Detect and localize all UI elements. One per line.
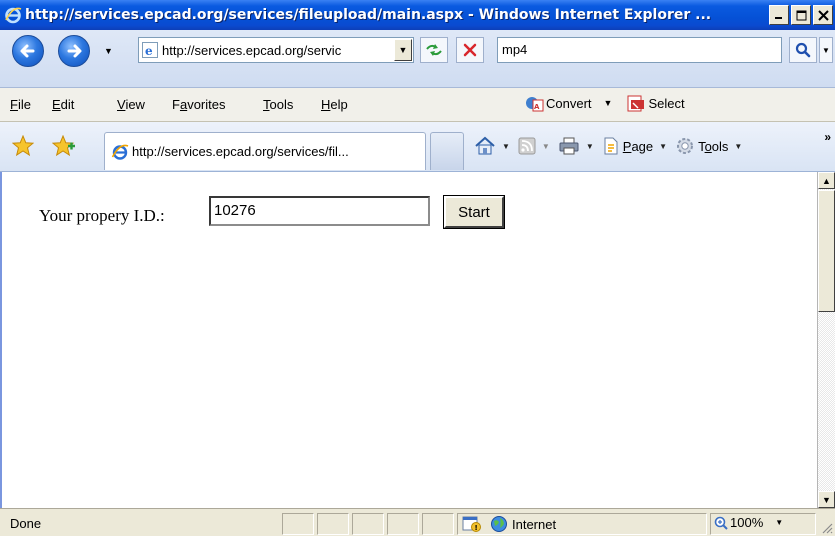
stop-icon [463,43,477,57]
refresh-button[interactable] [420,37,448,63]
toolbar-overflow-chevron[interactable]: » [824,130,831,144]
tools-dropdown-icon[interactable]: ▼ [734,142,742,151]
print-dropdown-icon[interactable]: ▼ [586,142,594,151]
stop-button[interactable] [456,37,484,63]
tools-menu-button[interactable]: Tools [698,139,728,154]
resize-grip-icon[interactable] [821,522,833,534]
arrow-right-icon [67,44,82,58]
convert-dropdown-icon[interactable]: ▼ [604,98,613,108]
page-favicon-icon: e [142,42,158,58]
page-icon [604,137,618,155]
status-pane [387,513,419,535]
navigation-bar: ▼ e http://services.epcad.org/servic ▼ m… [0,30,835,88]
new-tab-button[interactable] [430,132,464,170]
ie-tab-icon [111,144,129,160]
history-dropdown-icon[interactable]: ▼ [104,46,113,56]
property-id-input[interactable]: 10276 [209,196,430,226]
menu-tools[interactable]: Tools [263,97,293,112]
zoom-level: 100% [730,515,764,530]
property-id-label: Your propery I.D.: [39,206,165,225]
security-zone-label: Internet [512,516,557,532]
search-icon [795,42,811,58]
ie-logo-icon [5,7,22,24]
add-favorite-icon[interactable] [52,135,76,157]
gear-icon [677,138,694,154]
select-button[interactable]: Select [648,96,684,111]
feeds-icon[interactable] [518,137,536,155]
menu-help[interactable]: Help [321,97,348,112]
status-pane [422,513,454,535]
page-menu-button[interactable]: Page [623,139,653,154]
vertical-scrollbar[interactable]: ▲ ▼ [817,172,835,508]
search-button[interactable] [789,37,817,63]
convert-button[interactable]: Convert [546,96,592,111]
arrow-left-icon [20,44,35,58]
back-button[interactable] [12,35,44,67]
start-button[interactable]: Start [443,195,505,229]
search-options-dropdown[interactable]: ▼ [819,37,833,63]
svg-text:e: e [145,44,153,58]
page-content: Your propery I.D.: 10276 Start [0,172,817,508]
scroll-thumb[interactable] [818,190,835,312]
home-icon[interactable] [474,136,496,156]
svg-text:!: ! [475,524,478,532]
search-input[interactable]: mp4 [497,37,782,63]
home-dropdown-icon[interactable]: ▼ [502,142,510,151]
forward-button[interactable] [58,35,90,67]
close-icon [817,9,829,21]
minimize-icon [775,17,782,19]
zoom-control[interactable]: 100% ▼ [714,515,783,530]
status-text: Done [10,516,42,531]
scroll-down-button[interactable]: ▼ [818,491,835,508]
zoom-dropdown-icon[interactable]: ▼ [775,518,783,527]
menu-view[interactable]: View [117,97,145,112]
protected-mode-icon[interactable]: ! [462,516,482,532]
address-bar[interactable]: e http://services.epcad.org/servic ▼ [138,37,414,63]
address-dropdown-button[interactable]: ▼ [394,39,412,61]
feeds-dropdown-icon[interactable]: ▼ [542,142,550,151]
page-dropdown-icon[interactable]: ▼ [659,142,667,151]
scroll-up-button[interactable]: ▲ [818,172,835,189]
status-pane [282,513,314,535]
menu-favorites[interactable]: Favorites [172,97,225,112]
status-bar: Done ! Internet 100% ▼ [0,508,835,536]
close-button[interactable] [813,5,833,25]
svg-text:A: A [534,103,540,111]
window-title: http://services.epcad.org/services/fileu… [25,7,712,23]
menu-bar: File Edit View Favorites Tools Help A Co… [0,88,835,122]
menu-edit[interactable]: Edit [52,97,74,112]
maximize-button[interactable] [791,5,811,25]
menu-file[interactable]: File [10,97,31,112]
address-input[interactable]: http://services.epcad.org/servic [162,43,394,58]
title-bar[interactable]: http://services.epcad.org/services/fileu… [0,0,835,30]
status-pane [352,513,384,535]
select-pdf-icon [627,95,645,112]
convert-pdf-icon: A [526,97,544,112]
internet-globe-icon [491,516,507,532]
tab-current-page[interactable]: http://services.epcad.org/services/fil..… [104,132,426,170]
zoom-magnifier-icon [714,516,728,530]
maximize-icon [796,10,806,20]
status-pane [317,513,349,535]
print-icon[interactable] [558,137,580,155]
favorites-star-icon[interactable] [12,135,34,157]
minimize-button[interactable] [769,5,789,25]
tab-bar: http://services.epcad.org/services/fil..… [0,122,835,172]
tab-title: http://services.epcad.org/services/fil..… [132,144,349,159]
refresh-icon [426,44,442,56]
